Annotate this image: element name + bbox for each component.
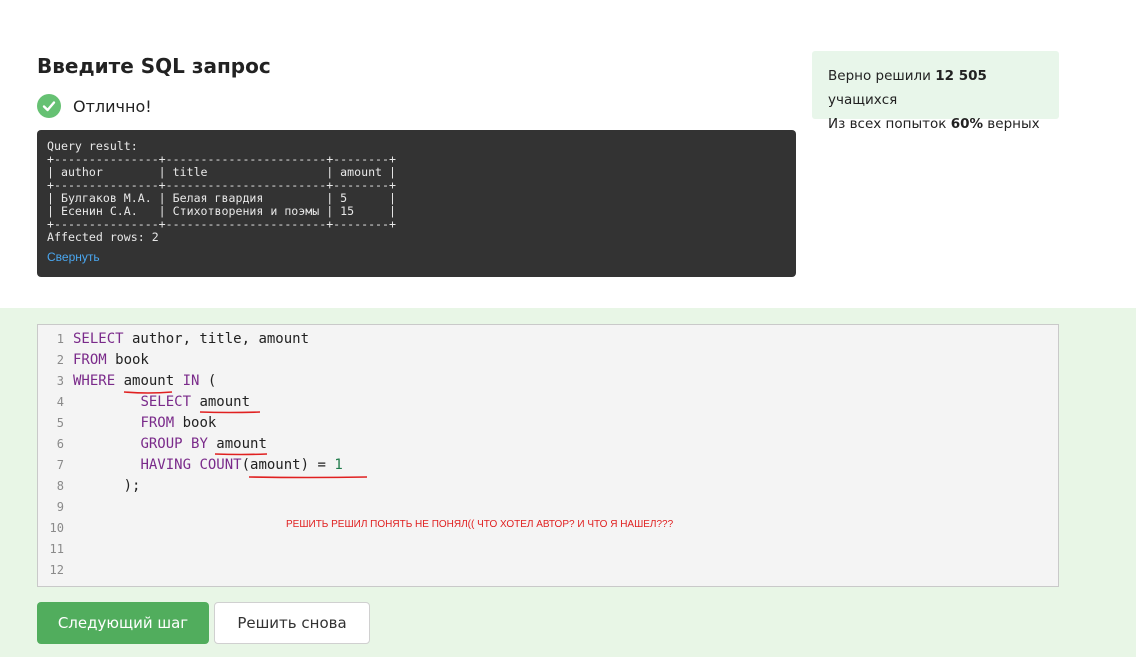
code-line[interactable]: HAVING COUNT(amount) = 1 — [73, 455, 1058, 476]
line-number-gutter: 1 2 3 4 5 6 7 8 9 10 11 12 — [38, 329, 68, 581]
code-line[interactable]: FROM book — [73, 413, 1058, 434]
handwritten-note: РЕШИТЬ РЕШИЛ ПОНЯТЬ НЕ ПОНЯЛ(( ЧТО ХОТЕЛ… — [286, 519, 674, 530]
task-header-area: Введите SQL запрос Отлично! Query result… — [0, 0, 1136, 308]
status-row: Отлично! — [37, 94, 152, 118]
attempts-percent: 60% — [950, 116, 984, 132]
code-line[interactable]: SELECT amount — [73, 392, 1058, 413]
code-line[interactable]: GROUP BY amount — [73, 434, 1058, 455]
line-number: 3 — [56, 374, 64, 388]
line-number: 11 — [49, 542, 64, 556]
next-step-button[interactable]: Следующий шаг — [37, 602, 209, 644]
code-editor[interactable]: 1 2 3 4 5 6 7 8 9 10 11 12 SELECT author, title, am… — [37, 324, 1059, 587]
line-number: 8 — [56, 479, 64, 493]
code-line[interactable]: WHERE amount IN ( — [73, 371, 1058, 392]
solution-area: 1 2 3 4 5 6 7 8 9 10 11 12 SELECT author, title, am… — [0, 308, 1136, 657]
attempts-stat: Из всех попыток 60% верных — [828, 116, 1040, 132]
line-number: 10 — [49, 521, 64, 535]
solve-again-button[interactable]: Решить снова — [214, 602, 370, 644]
line-number: 5 — [56, 416, 64, 430]
query-result-text: Query result: +---------------+---------… — [47, 139, 397, 244]
stats-panel: Верно решили 12 505 учащихся Из всех поп… — [812, 51, 1059, 132]
status-text: Отлично! — [73, 96, 152, 116]
code-line[interactable] — [73, 560, 1058, 581]
line-number: 2 — [56, 353, 64, 367]
code-line[interactable]: FROM book — [73, 350, 1058, 371]
line-number: 12 — [49, 563, 64, 577]
line-number: 7 — [56, 458, 64, 472]
line-number: 1 — [56, 332, 64, 346]
code-content[interactable]: SELECT author, title, amount FROM book W… — [73, 329, 1058, 581]
solved-stat: Верно решили 12 505 учащихся — [828, 68, 987, 108]
line-number: 6 — [56, 437, 64, 451]
collapse-link[interactable]: Свернуть — [47, 250, 100, 264]
solved-count: 12 505 — [935, 68, 987, 84]
check-circle-icon — [37, 94, 61, 118]
page-title: Введите SQL запрос — [37, 54, 271, 78]
code-line[interactable]: ); — [73, 476, 1058, 497]
code-line[interactable]: SELECT author, title, amount — [73, 329, 1058, 350]
line-number: 4 — [56, 395, 64, 409]
query-result-panel: Query result: +---------------+---------… — [37, 130, 796, 277]
line-number: 9 — [56, 500, 64, 514]
code-line[interactable] — [73, 539, 1058, 560]
code-line[interactable] — [73, 497, 1058, 518]
